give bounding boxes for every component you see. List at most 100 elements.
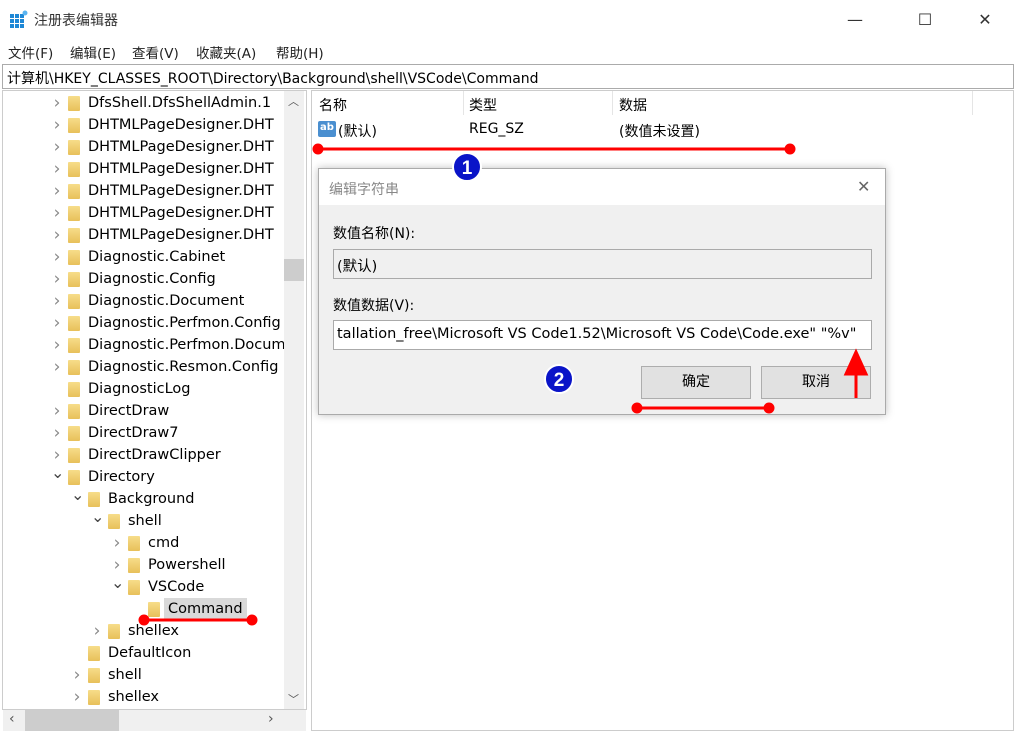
list-item[interactable]: ab (默认) REG_SZ (数值未设置)	[316, 119, 816, 141]
tree-item[interactable]: › Diagnostic.Perfmon.Docum	[3, 334, 303, 356]
value-name: (默认)	[338, 124, 377, 140]
tree-item[interactable]: › DfsShell.DfsShellAdmin.1	[3, 92, 303, 114]
chevron-right-icon[interactable]: ›	[111, 532, 123, 554]
tree-item[interactable]: › shellex	[3, 620, 303, 642]
chevron-right-icon[interactable]: ›	[51, 290, 63, 312]
column-data[interactable]: 数据	[619, 95, 647, 115]
tree-item-label: DirectDraw	[88, 403, 170, 419]
chevron-right-icon[interactable]: ›	[51, 136, 63, 158]
tree-item[interactable]: › shell	[3, 664, 303, 686]
tree-item[interactable]: › DirectDraw	[3, 400, 303, 422]
tree-item[interactable]: › Diagnostic.Document	[3, 290, 303, 312]
folder-icon	[128, 580, 140, 595]
tree-item[interactable]: › DHTMLPageDesigner.DHT	[3, 224, 303, 246]
chevron-right-icon[interactable]: ›	[51, 224, 63, 246]
scroll-thumb[interactable]	[284, 259, 304, 281]
menu-edit[interactable]: 编辑(E)	[70, 42, 116, 62]
tree-item[interactable]: › DHTMLPageDesigner.DHT	[3, 180, 303, 202]
tree-item[interactable]: DefaultIcon	[3, 642, 303, 664]
folder-icon	[88, 690, 100, 705]
chevron-right-icon[interactable]: ›	[51, 312, 63, 334]
tree-item-label: DHTMLPageDesigner.DHT	[88, 117, 274, 133]
column-divider	[972, 91, 973, 115]
chevron-right-icon[interactable]: ›	[51, 92, 63, 114]
tree-item[interactable]: › DHTMLPageDesigner.DHT	[3, 136, 303, 158]
column-type[interactable]: 类型	[469, 95, 497, 115]
chevron-right-icon[interactable]: ›	[51, 246, 63, 268]
folder-icon	[68, 206, 80, 221]
scroll-left-icon[interactable]: ‹	[9, 711, 15, 727]
folder-icon	[68, 184, 80, 199]
chevron-right-icon[interactable]: ›	[51, 356, 63, 378]
tree-item[interactable]: ⌄ Directory	[3, 463, 303, 488]
close-button[interactable]: ✕	[962, 0, 1008, 38]
folder-icon	[68, 426, 80, 441]
value-name-field[interactable]: (默认)	[333, 249, 872, 279]
tree-item[interactable]: Command	[3, 598, 303, 620]
folder-icon	[68, 272, 80, 287]
menu-favorites[interactable]: 收藏夹(A)	[196, 42, 256, 62]
tree-item-label: shell	[128, 513, 162, 529]
chevron-right-icon[interactable]: ›	[51, 422, 63, 444]
chevron-right-icon[interactable]: ›	[51, 268, 63, 290]
scroll-up-icon[interactable]: ︿	[288, 93, 299, 109]
tree-item[interactable]: ⌄ shell	[3, 507, 303, 532]
tree-vertical-scrollbar[interactable]: ︿ ﹀	[284, 91, 304, 709]
tree-item[interactable]: › Diagnostic.Config	[3, 268, 303, 290]
registry-tree: › DfsShell.DfsShellAdmin.1 › DHTMLPageDesig…	[2, 90, 307, 710]
chevron-right-icon[interactable]: ›	[51, 202, 63, 224]
cancel-button[interactable]: 取消	[761, 366, 871, 399]
column-divider	[463, 91, 464, 115]
tree-item[interactable]: › shellex	[3, 686, 303, 708]
folder-icon	[108, 624, 120, 639]
folder-icon	[88, 668, 100, 683]
chevron-right-icon[interactable]: ›	[51, 334, 63, 356]
tree-item[interactable]: › Diagnostic.Perfmon.Config	[3, 312, 303, 334]
menu-file[interactable]: 文件(F)	[8, 42, 53, 62]
menu-help[interactable]: 帮助(H)	[276, 42, 324, 62]
tree-item[interactable]: DiagnosticLog	[3, 378, 303, 400]
minimize-button[interactable]: —	[832, 0, 878, 38]
tree-item[interactable]: › DHTMLPageDesigner.DHT	[3, 202, 303, 224]
address-bar[interactable]: 计算机\HKEY_CLASSES_ROOT\Directory\Backgrou…	[2, 64, 1014, 89]
chevron-down-icon[interactable]: ⌄	[51, 462, 64, 484]
chevron-down-icon[interactable]: ⌄	[71, 484, 84, 506]
chevron-right-icon[interactable]: ›	[51, 400, 63, 422]
tree-item[interactable]: › DirectDraw7	[3, 422, 303, 444]
tree-item-label: DirectDraw7	[88, 425, 179, 441]
chevron-right-icon[interactable]: ›	[71, 664, 83, 686]
chevron-right-icon[interactable]: ›	[91, 620, 103, 642]
scroll-right-icon[interactable]: ›	[268, 711, 274, 727]
title-bar: 注册表编辑器 — ☐ ✕	[0, 0, 1016, 38]
menu-view[interactable]: 查看(V)	[132, 42, 179, 62]
chevron-right-icon[interactable]: ›	[51, 158, 63, 180]
dialog-close-icon[interactable]: ✕	[857, 177, 870, 196]
folder-icon	[68, 404, 80, 419]
chevron-right-icon[interactable]: ›	[51, 180, 63, 202]
tree-item[interactable]: › DHTMLPageDesigner.DHT	[3, 114, 303, 136]
string-value-icon: ab	[318, 121, 336, 137]
tree-item[interactable]: › Diagnostic.Cabinet	[3, 246, 303, 268]
chevron-right-icon[interactable]: ›	[71, 686, 83, 708]
scroll-thumb-h[interactable]	[25, 710, 119, 731]
tree-item[interactable]: ⌄ VSCode	[3, 573, 303, 598]
maximize-button[interactable]: ☐	[902, 0, 948, 38]
ok-button[interactable]: 确定	[641, 366, 751, 399]
tree-item-label: Diagnostic.Resmon.Config	[88, 359, 279, 375]
tree-item[interactable]: › Powershell	[3, 554, 303, 576]
scroll-down-icon[interactable]: ﹀	[288, 691, 299, 707]
tree-horizontal-scrollbar[interactable]: ‹ ›	[3, 710, 306, 731]
tree-item-label: DefaultIcon	[108, 645, 192, 661]
tree-item[interactable]: › DirectDrawClipper	[3, 444, 303, 466]
chevron-down-icon[interactable]: ⌄	[111, 572, 124, 594]
tree-item[interactable]: › cmd	[3, 532, 303, 554]
value-data-input[interactable]: tallation_free\Microsoft VS Code1.52\Mic…	[333, 320, 872, 350]
tree-item[interactable]: › DHTMLPageDesigner.DHT	[3, 158, 303, 180]
tree-item-label: DHTMLPageDesigner.DHT	[88, 183, 274, 199]
column-name[interactable]: 名称	[319, 95, 347, 115]
chevron-down-icon[interactable]: ⌄	[91, 506, 104, 528]
chevron-right-icon[interactable]: ›	[51, 114, 63, 136]
tree-item[interactable]: › Diagnostic.Resmon.Config	[3, 356, 303, 378]
tree-item[interactable]: ⌄ Background	[3, 485, 303, 510]
tree-item-label: DHTMLPageDesigner.DHT	[88, 227, 274, 243]
